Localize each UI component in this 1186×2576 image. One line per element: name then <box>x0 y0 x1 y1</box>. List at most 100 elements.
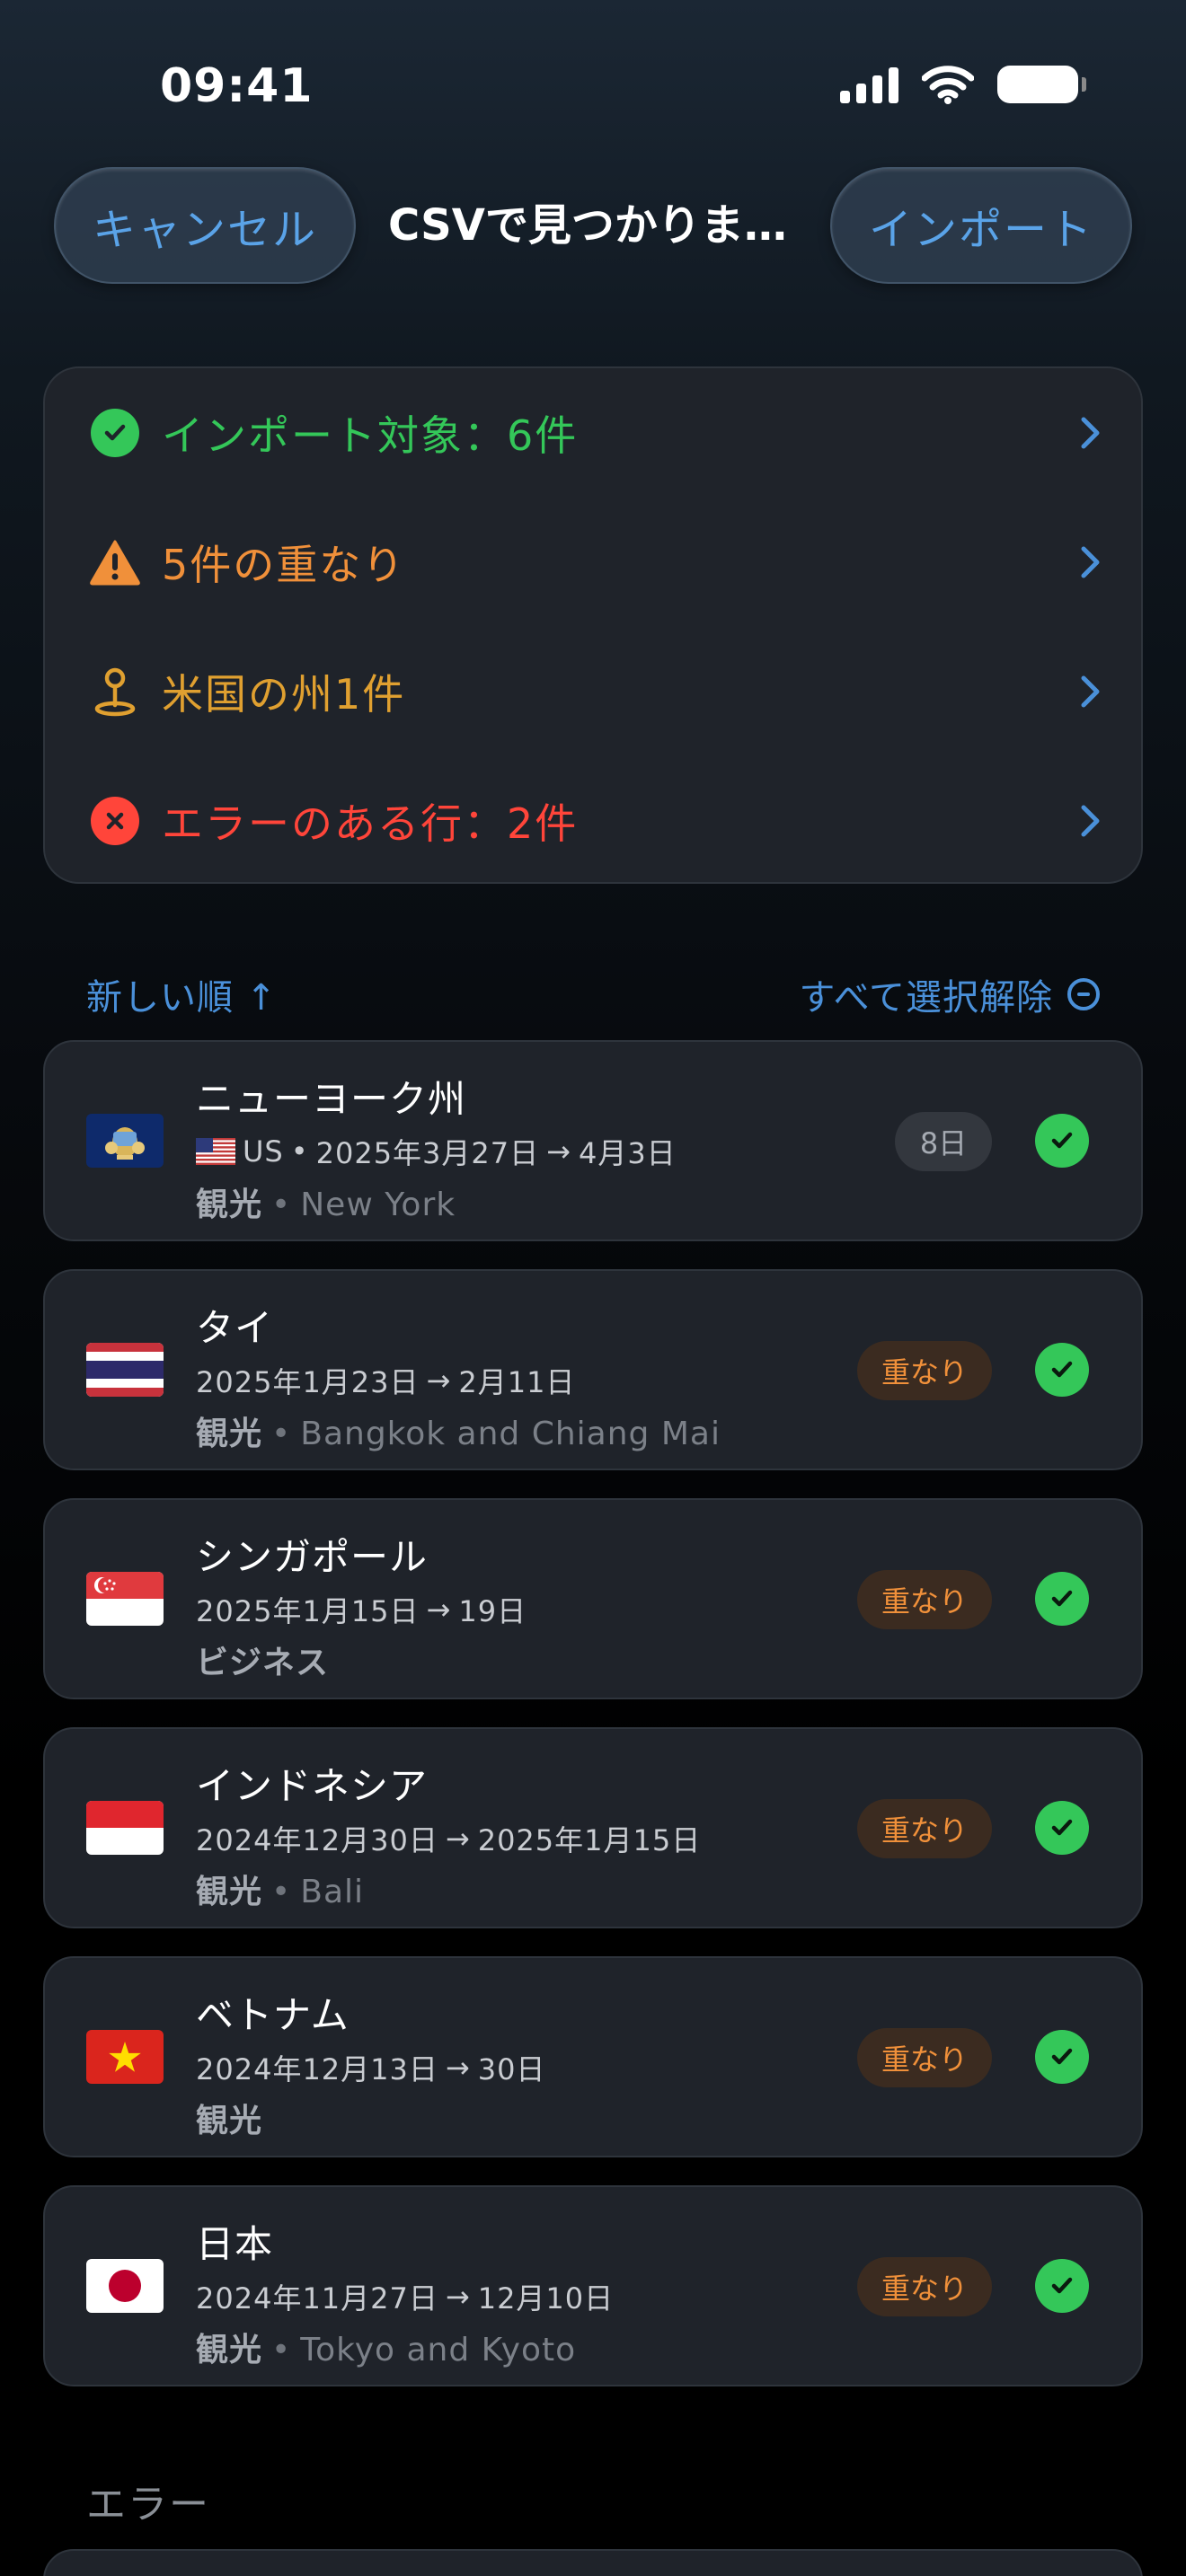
arrow-right-icon: → <box>546 1134 571 1169</box>
separator-dot: • <box>271 2332 292 2369</box>
selected-checkmark-icon[interactable] <box>1035 1801 1089 1855</box>
trip-name: ベトナム <box>196 1993 350 2037</box>
selected-checkmark-icon[interactable] <box>1035 2030 1089 2084</box>
separator-dot: • <box>271 1187 292 1223</box>
sort-order-button[interactable]: 新しい順 ↑ <box>86 968 277 1020</box>
separator-dot: • <box>290 1134 309 1169</box>
trip-purpose: 観光 <box>196 2332 263 2369</box>
summary-label: 米国の州1件 <box>162 670 406 719</box>
arrow-right-icon: → <box>445 2280 471 2314</box>
trip-dates: US • 2025年3月27日 → 4月3日 <box>196 1131 677 1172</box>
trip-row[interactable]: ニューヨーク州 US • 2025年3月27日 → 4月3日 観光 • New Yo… <box>43 1040 1143 1241</box>
date-from: 2025年3月27日 <box>315 1136 540 1170</box>
trip-purpose: ビジネス <box>196 1645 330 1681</box>
arrow-right-icon: → <box>426 1592 452 1627</box>
summary-label: エラーのある行：2件 <box>162 799 579 848</box>
status-bar: 09:41 <box>0 0 1186 171</box>
overlap-badge: 重なり <box>857 1341 992 1400</box>
selected-checkmark-icon[interactable] <box>1035 1572 1089 1626</box>
country-code: US <box>243 1134 284 1169</box>
minus-circle-icon <box>1067 978 1100 1010</box>
date-to: 2025年1月15日 <box>477 1823 702 1857</box>
selected-checkmark-icon[interactable] <box>1035 2259 1089 2313</box>
date-from: 2024年12月30日 <box>196 1823 438 1857</box>
trip-purpose-line: 観光 <box>196 2095 262 2141</box>
overlap-badge: 重なり <box>857 1799 992 1858</box>
singapore-flag-icon <box>86 1572 164 1626</box>
trip-dates: 2025年1月15日 → 19日 <box>196 1589 527 1630</box>
trip-location: Bali <box>300 1874 365 1910</box>
date-from: 2024年12月13日 <box>196 2052 438 2086</box>
selected-checkmark-icon[interactable] <box>1035 1114 1089 1168</box>
battery-icon <box>997 66 1086 103</box>
trip-purpose-line: ビジネス <box>196 1636 329 1683</box>
trip-dates: 2025年1月23日 → 2月11日 <box>196 1360 575 1401</box>
vietnam-flag-icon <box>86 2030 164 2084</box>
trip-name: インドネシア <box>196 1764 429 1808</box>
trip-row[interactable]: タイ 2025年1月23日 → 2月11日 観光 • Bangkok and Chi… <box>43 1269 1143 1470</box>
trip-name: 日本 <box>196 2222 274 2266</box>
days-badge: 8日 <box>895 1112 992 1171</box>
trip-location: New York <box>300 1187 456 1223</box>
trip-purpose-line: 観光 • Tokyo and Kyoto <box>196 2324 576 2370</box>
trip-row[interactable]: シンガポール 2025年1月15日 → 19日 ビジネス 重なり <box>43 1498 1143 1699</box>
trip-dates: 2024年12月30日 → 2025年1月15日 <box>196 1818 701 1859</box>
chevron-right-icon <box>1081 546 1100 578</box>
new-york-flag-icon <box>86 1114 164 1168</box>
date-from: 2025年1月23日 <box>196 1365 420 1399</box>
import-preview-screen: 09:41 キャンセル CSVで見つかりま… インポート インポート対象：6件 … <box>0 0 1186 2576</box>
summary-row-overlaps[interactable]: 5件の重なり <box>45 498 1141 627</box>
warning-triangle-icon <box>88 535 142 589</box>
import-summary-card: インポート対象：6件 5件の重なり 米国の州1件 エラーのある行：2件 <box>43 366 1143 884</box>
nav-title: CSVで見つかりま… <box>388 200 787 251</box>
date-from: 2025年1月15日 <box>196 1594 420 1628</box>
date-to: 12月10日 <box>477 2281 615 2316</box>
wifi-icon <box>922 66 974 104</box>
overlap-badge: 重なり <box>857 1570 992 1629</box>
trip-location: Tokyo and Kyoto <box>300 2332 577 2369</box>
trip-name: シンガポール <box>196 1535 429 1579</box>
selected-checkmark-icon[interactable] <box>1035 1343 1089 1397</box>
trip-name: タイ <box>196 1306 274 1350</box>
separator-dot: • <box>271 1874 292 1910</box>
arrow-right-icon: → <box>445 2051 471 2085</box>
chevron-right-icon <box>1081 417 1100 449</box>
summary-label: 5件の重なり <box>162 541 406 589</box>
trip-purpose-line: 観光 • Bali <box>196 1866 364 1912</box>
trip-name: ニューヨーク州 <box>196 1077 467 1121</box>
summary-row-us-states[interactable]: 米国の州1件 <box>45 627 1141 756</box>
summary-row-import-count[interactable]: インポート対象：6件 <box>45 368 1141 498</box>
deselect-all-label: すべて選択解除 <box>799 977 1053 1019</box>
error-card <box>43 2549 1143 2576</box>
trip-dates: 2024年12月13日 → 30日 <box>196 2047 545 2088</box>
thailand-flag-icon <box>86 1343 164 1397</box>
overlap-badge: 重なり <box>857 2028 992 2087</box>
status-time: 09:41 <box>160 59 314 113</box>
trip-purpose: 観光 <box>196 1187 263 1223</box>
trip-location: Bangkok and Chiang Mai <box>300 1416 721 1452</box>
chevron-right-icon <box>1081 805 1100 837</box>
date-to: 2月11日 <box>458 1365 576 1399</box>
trip-purpose: 観光 <box>196 1874 263 1910</box>
overlap-badge: 重なり <box>857 2257 992 2316</box>
us-flag-icon <box>196 1138 235 1165</box>
chevron-right-icon <box>1081 675 1100 708</box>
deselect-all-button[interactable]: すべて選択解除 <box>799 968 1100 1020</box>
summary-row-errors[interactable]: エラーのある行：2件 <box>45 756 1141 886</box>
date-from: 2024年11月27日 <box>196 2281 438 2316</box>
cancel-button[interactable]: キャンセル <box>54 167 356 284</box>
trip-row[interactable]: インドネシア 2024年12月30日 → 2025年1月15日 観光 • Bali … <box>43 1727 1143 1928</box>
trip-dates: 2024年11月27日 → 12月10日 <box>196 2276 614 2317</box>
cellular-signal-icon <box>840 66 898 103</box>
status-icons <box>840 65 1086 104</box>
trip-purpose-line: 観光 • Bangkok and Chiang Mai <box>196 1407 721 1454</box>
import-button[interactable]: インポート <box>830 167 1132 284</box>
separator-dot: • <box>271 1416 292 1452</box>
date-to: 30日 <box>477 2052 546 2086</box>
trip-purpose: 観光 <box>196 2103 263 2139</box>
date-to: 4月3日 <box>578 1136 677 1170</box>
arrow-right-icon: → <box>445 1822 471 1856</box>
trip-row[interactable]: 日本 2024年11月27日 → 12月10日 観光 • Tokyo and Kyo… <box>43 2185 1143 2386</box>
x-circle-icon <box>88 794 142 848</box>
trip-row[interactable]: ベトナム 2024年12月13日 → 30日 観光 重なり <box>43 1956 1143 2157</box>
